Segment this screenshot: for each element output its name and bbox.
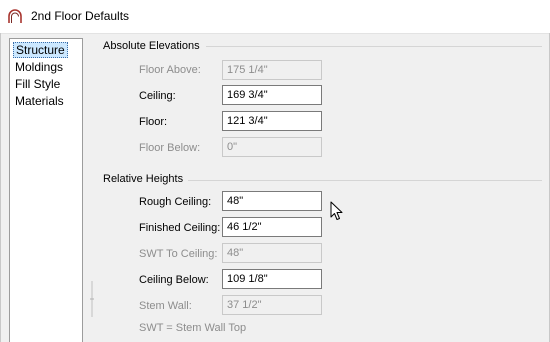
rough-ceiling-label: Rough Ceiling: [139,196,212,208]
ceiling-below-label: Ceiling Below: [139,274,209,286]
arch-icon [8,9,22,23]
floor-above-field: 175 1/4" [222,60,322,80]
stem-wall-field: 37 1/2" [222,295,322,315]
section-title-relative-heights: Relative Heights [103,173,184,185]
section-divider [206,46,542,47]
stem-wall-label: Stem Wall: [139,300,192,312]
nav-item-fill-style[interactable]: Fill Style [13,76,62,92]
ceiling-below-field[interactable]: 109 1/8" [222,269,322,289]
swt-note: SWT = Stem Wall Top [139,322,247,334]
floor-above-label: Floor Above: [139,64,201,76]
finished-ceiling-label: Finished Ceiling: [139,222,221,234]
floor-label: Floor: [139,116,168,128]
swt-to-ceiling-field: 48" [222,243,322,263]
floor-field[interactable]: 121 3/4" [222,111,322,131]
section-divider [188,180,542,181]
window-border-left [0,33,1,342]
ceiling-label: Ceiling: [139,90,176,102]
finished-ceiling-field[interactable]: 46 1/2" [222,217,322,237]
mouse-pointer-icon [330,201,343,220]
rough-ceiling-field[interactable]: 48" [222,191,322,211]
ceiling-field[interactable]: 169 3/4" [222,85,322,105]
window-title: 2nd Floor Defaults [31,9,130,23]
category-list[interactable]: Structure Moldings Fill Style Materials [9,38,83,342]
nav-item-moldings[interactable]: Moldings [13,59,65,75]
title-bar: 2nd Floor Defaults [0,0,550,34]
floor-below-label: Floor Below: [139,142,201,154]
nav-item-structure[interactable]: Structure [13,42,68,58]
swt-to-ceiling-label: SWT To Ceiling: [139,248,218,260]
splitter-grip-icon[interactable] [89,281,95,317]
nav-item-materials[interactable]: Materials [13,93,66,109]
section-title-absolute-elevations: Absolute Elevations [103,40,200,52]
floor-below-field: 0" [222,137,322,157]
